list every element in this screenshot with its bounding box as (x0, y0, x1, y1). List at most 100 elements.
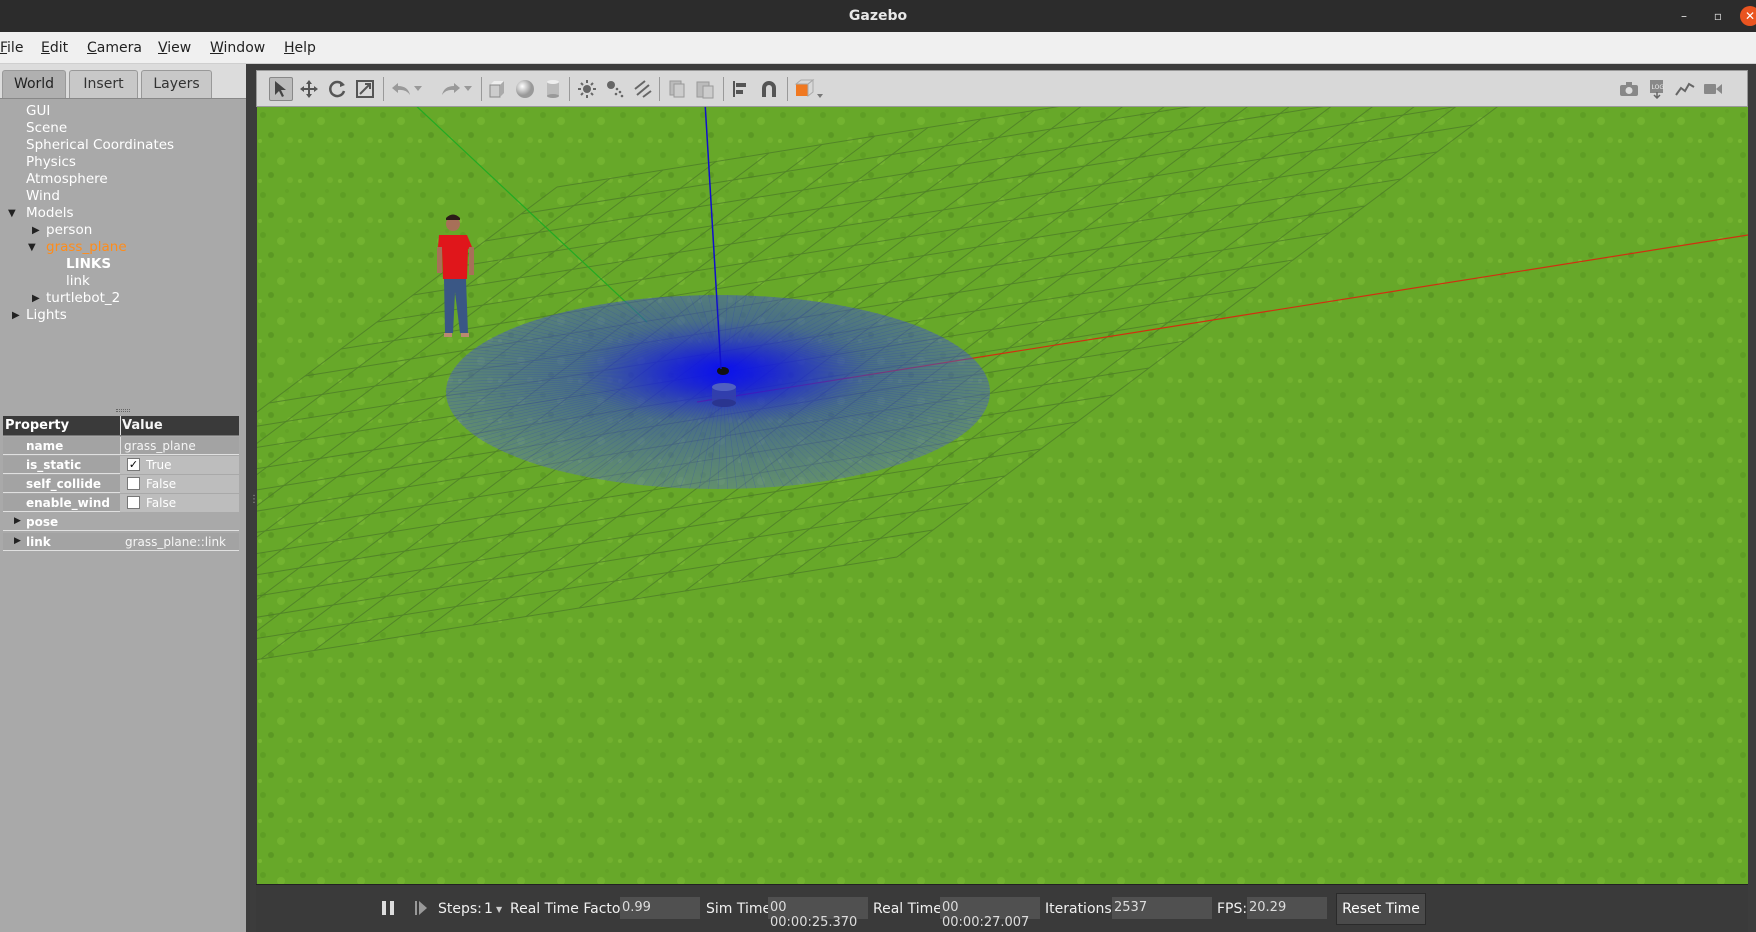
property-key: link (26, 535, 51, 549)
rotate-mode-icon[interactable] (325, 77, 349, 101)
property-key: is_static (26, 458, 82, 472)
self-collide-checkbox[interactable] (127, 477, 140, 490)
tab-insert[interactable]: Insert (69, 70, 138, 98)
property-value: True (146, 458, 172, 472)
tree-item-atmosphere[interactable]: Atmosphere (26, 171, 108, 187)
vertical-splitter[interactable]: ⋮ (246, 64, 259, 932)
property-key: name (26, 439, 64, 453)
property-key: enable_wind (26, 496, 110, 510)
expand-arrow-turtlebot-icon[interactable]: ▶ (32, 293, 40, 304)
panel-splitter-handle[interactable] (116, 409, 130, 412)
property-key: pose (26, 515, 59, 529)
property-value: False (146, 477, 177, 491)
expand-arrow-person-icon[interactable]: ▶ (32, 225, 40, 236)
svg-text:LOG: LOG (1652, 84, 1665, 91)
real-time-factor-label: Real Time Factor: (510, 901, 631, 917)
tree-item-link[interactable]: link (66, 273, 90, 289)
menu-camera[interactable]: Camera (87, 40, 142, 56)
undo-dropdown-icon[interactable] (411, 77, 425, 101)
undo-icon[interactable] (389, 77, 413, 101)
property-value: grass_plane::link (125, 535, 227, 549)
real-time-label: Real Time: (873, 901, 947, 917)
sim-time-field: 00 00:00:25.370 (768, 897, 868, 930)
tab-layers[interactable]: Layers (141, 70, 212, 98)
tree-item-gui[interactable]: GUI (26, 103, 50, 119)
property-row-link[interactable]: ▶ link grass_plane::link (3, 533, 239, 551)
is-static-checkbox[interactable]: ✓ (127, 458, 140, 471)
directional-light-icon[interactable] (631, 77, 655, 101)
select-mode-icon[interactable] (269, 77, 293, 101)
left-panel: World Insert Layers GUI Scene Spherical … (0, 64, 246, 932)
expand-arrow-link-icon[interactable]: ▶ (14, 536, 21, 546)
enable-wind-checkbox[interactable] (127, 496, 140, 509)
copy-icon[interactable] (665, 77, 689, 101)
menu-help[interactable]: Help (284, 40, 316, 56)
view-angle-icon[interactable] (793, 77, 825, 101)
menu-bar: File Edit Camera View Window Help (0, 32, 1756, 64)
sim-time-label: Sim Time: (706, 901, 776, 917)
property-key: self_collide (26, 477, 102, 491)
screenshot-camera-icon[interactable] (1617, 77, 1641, 101)
tree-item-grass-plane[interactable]: grass_plane (46, 239, 127, 255)
property-column-header: Property (5, 418, 70, 433)
real-time-field: 00 00:00:27.007 (940, 897, 1040, 930)
tree-item-spherical-coordinates[interactable]: Spherical Coordinates (26, 137, 174, 153)
menu-view[interactable]: View (158, 40, 191, 56)
redo-icon[interactable] (439, 77, 463, 101)
expand-arrow-models-icon[interactable]: ▼ (8, 208, 16, 219)
tree-item-physics[interactable]: Physics (26, 154, 76, 170)
property-row-self-collide: self_collide False (3, 475, 239, 493)
simulation-status-bar: Steps: 1 ▼ Real Time Factor: 0.99 Sim Ti… (256, 884, 1748, 932)
world-tree-panel: GUI Scene Spherical Coordinates Physics … (0, 98, 246, 932)
maximize-icon[interactable]: ▫ (1708, 6, 1728, 26)
expand-arrow-grass-plane-icon[interactable]: ▼ (28, 242, 36, 253)
minimize-icon[interactable]: – (1674, 6, 1694, 26)
point-light-icon[interactable] (575, 77, 599, 101)
pause-icon[interactable] (381, 900, 395, 920)
tree-item-lights[interactable]: Lights (26, 307, 67, 323)
close-icon[interactable]: ✕ (1740, 6, 1756, 26)
property-row-pose[interactable]: ▶ pose (3, 513, 239, 531)
translate-mode-icon[interactable] (297, 77, 321, 101)
snap-magnet-icon[interactable] (757, 77, 781, 101)
tree-item-links-header: LINKS (66, 256, 112, 272)
sphere-shape-icon[interactable] (513, 77, 537, 101)
spot-light-icon[interactable] (603, 77, 627, 101)
video-record-icon[interactable] (1701, 77, 1725, 101)
property-value: False (146, 496, 177, 510)
tree-item-models[interactable]: Models (26, 205, 74, 221)
tab-world[interactable]: World (2, 70, 66, 98)
steps-dropdown-icon[interactable]: ▼ (496, 905, 502, 914)
tree-item-turtlebot[interactable]: turtlebot_2 (46, 290, 120, 306)
menu-file[interactable]: File (0, 40, 23, 56)
tree-item-person[interactable]: person (46, 222, 92, 238)
paste-icon[interactable] (693, 77, 717, 101)
redo-dropdown-icon[interactable] (461, 77, 475, 101)
property-value: grass_plane (124, 439, 196, 453)
scene-render[interactable] (257, 107, 1748, 884)
align-icon[interactable] (729, 77, 753, 101)
tree-item-wind[interactable]: Wind (26, 188, 60, 204)
window-title: Gazebo (848, 8, 908, 24)
fps-label: FPS: (1217, 901, 1248, 917)
cylinder-shape-icon[interactable] (541, 77, 565, 101)
menu-edit[interactable]: Edit (41, 40, 68, 56)
steps-value[interactable]: 1 (484, 901, 493, 917)
property-row-is-static: is_static ✓ True (3, 456, 239, 474)
scale-mode-icon[interactable] (353, 77, 377, 101)
expand-arrow-pose-icon[interactable]: ▶ (14, 516, 21, 526)
title-bar: Gazebo – ▫ ✕ (0, 0, 1756, 32)
expand-arrow-lights-icon[interactable]: ▶ (12, 310, 20, 321)
scene-viewport[interactable] (257, 107, 1748, 884)
window-frame (1748, 64, 1756, 932)
step-forward-icon[interactable] (414, 900, 428, 920)
tree-item-scene[interactable]: Scene (26, 120, 67, 136)
plot-icon[interactable] (1673, 77, 1697, 101)
steps-label: Steps: (438, 901, 482, 917)
menu-window[interactable]: Window (210, 40, 265, 56)
log-record-icon[interactable]: LOG (1645, 77, 1669, 101)
toolbar: LOG (256, 70, 1748, 107)
property-header-row: Property Value (3, 416, 239, 436)
box-shape-icon[interactable] (485, 77, 509, 101)
reset-time-button[interactable]: Reset Time (1336, 893, 1426, 925)
